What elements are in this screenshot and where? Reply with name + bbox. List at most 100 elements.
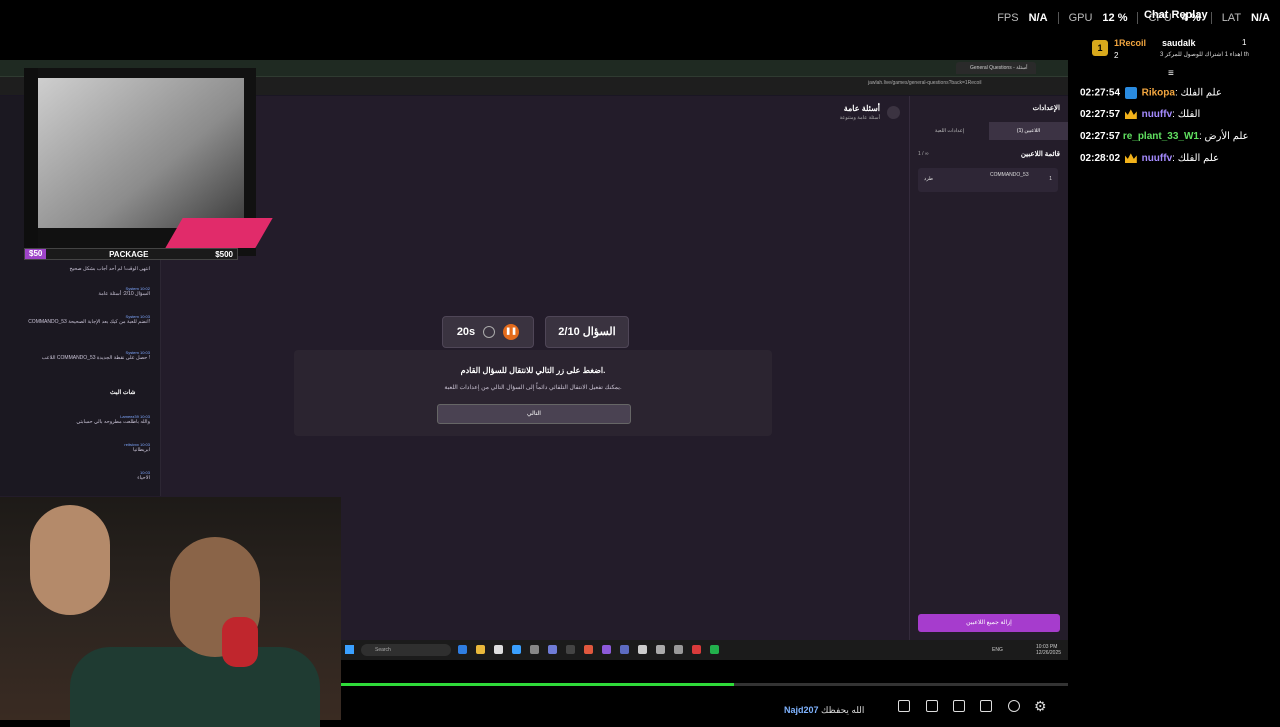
browser-tab[interactable]: General Questions - أسئلة عامة — [956, 62, 1036, 83]
app-icon[interactable] — [530, 645, 539, 654]
crown-icon — [1124, 109, 1137, 120]
webcam-feed — [36, 78, 244, 228]
decorative-slash — [165, 218, 273, 248]
question-counter: السؤال 2/10 — [545, 316, 629, 348]
message-text: اللاعب COMMANDO_53 حصل على نقطة الجديدة … — [41, 355, 150, 361]
chat-message: 02:28:02 nuuffv: علم الفلك — [1080, 153, 1220, 164]
app-icon[interactable] — [620, 645, 629, 654]
leaderboard-rank: 1 — [1092, 40, 1108, 56]
list-item: انتهى الوقت! لم أحد أجاب بشكل صحيح — [10, 266, 150, 272]
clip-icon[interactable] — [926, 700, 938, 712]
performance-stats: FPS N/A GPU 12 % CPU 4 % LAT N/A — [997, 8, 1270, 28]
settings-title: الإعدادات — [1032, 105, 1060, 112]
clock-date: 12/26/2025 — [1036, 650, 1062, 656]
list-item: System 10:02 السؤال 2/10: أسئلة عامة — [10, 286, 150, 297]
settings-panel: الإعدادات إعدادات اللعبة اللاعبين (1) قا… — [909, 96, 1068, 640]
tab-game-settings[interactable]: إعدادات اللعبة — [910, 122, 989, 140]
chat-text: علم الأرض — [1204, 131, 1249, 142]
stream-chat-title: شات البث — [110, 390, 136, 396]
chat-replay-title: Chat Replay — [1144, 9, 1208, 21]
list-item: reitsivxx 10:03 ابريطانيا — [10, 442, 150, 453]
next-question-card: اضغط على زر التالي للانتقال للسؤال القاد… — [294, 350, 772, 436]
settings-gear-icon[interactable]: ⚙ — [1034, 698, 1047, 715]
chat-message: 02:27:57 nuuffv: الفلك — [1080, 109, 1201, 120]
mail-icon[interactable] — [512, 645, 521, 654]
microphone — [222, 617, 258, 667]
bottom-chat-line: Najd207 الله يحفظك — [784, 705, 864, 716]
gpu-value: 12 % — [1102, 12, 1128, 24]
theater-mode-icon[interactable] — [953, 700, 965, 712]
playback-progress-fill — [341, 683, 734, 686]
leaderboard-user1-score: 2 — [1114, 51, 1119, 60]
webcam-frame — [24, 68, 38, 256]
chat-text: الفلك — [1177, 109, 1201, 120]
remove-all-players-button[interactable]: إزالة جميع اللاعبين — [918, 614, 1060, 632]
list-item: Lameez39 10:03 والله باطلعت مطروحه بالي ح… — [10, 414, 150, 425]
donation-package-bar: $50 PACKAGE $500 — [24, 248, 238, 260]
chat-user[interactable]: nuuffv — [1142, 153, 1173, 164]
message-text: السؤال 2/10: أسئلة عامة — [98, 291, 150, 297]
bottom-chat-message: الله يحفظك — [821, 705, 865, 715]
system-clock[interactable]: 10:03 PM 12/26/2025 — [1036, 644, 1061, 656]
leaderboard-user1: 1Recoil — [1114, 38, 1147, 48]
player-row: طرد COMMANDO_53 1 — [918, 168, 1058, 192]
app-icon[interactable] — [692, 645, 701, 654]
menu-icon[interactable]: ≡ — [1168, 68, 1174, 79]
webcam-feed — [30, 505, 110, 615]
xbox-icon[interactable] — [710, 645, 719, 654]
package-low: $50 — [25, 249, 47, 259]
playback-progress-bar[interactable] — [341, 683, 1068, 686]
game-title: أسئلة عامة — [843, 104, 880, 113]
discord-icon[interactable] — [548, 645, 557, 654]
fps-value: N/A — [1028, 12, 1048, 24]
chat-user[interactable]: nuuffv — [1142, 109, 1173, 120]
package-label: PACKAGE — [109, 249, 149, 259]
tab-players[interactable]: اللاعبين (1) — [989, 122, 1068, 140]
mini-player-icon[interactable] — [898, 700, 910, 712]
store-icon[interactable] — [494, 645, 503, 654]
folder-icon[interactable] — [476, 645, 485, 654]
list-item: 10:03 الاحياء — [10, 470, 150, 481]
chat-user[interactable]: re_plant_33_W1 — [1123, 131, 1199, 142]
kick-button[interactable]: طرد — [924, 176, 933, 182]
app-icon[interactable] — [602, 645, 611, 654]
pause-button[interactable]: ❚❚ — [503, 324, 520, 340]
list-item: System 10:03 COMMANDO_53 انضم للعبة من كي… — [10, 314, 150, 325]
windows-start-icon[interactable] — [345, 645, 354, 654]
chat-message: 02:27:57 re_plant_33_W1: علم الأرض — [1080, 131, 1249, 142]
next-prompt: اضغط على زر التالي للانتقال للسؤال القاد… — [460, 366, 606, 375]
next-button[interactable]: التالي — [437, 404, 631, 424]
home-icon[interactable] — [887, 106, 900, 119]
settings-tabs: إعدادات اللعبة اللاعبين (1) — [910, 122, 1068, 140]
gear-icon[interactable] — [674, 645, 683, 654]
speed-icon[interactable] — [1008, 700, 1020, 712]
tiktok-icon[interactable] — [566, 645, 575, 654]
player-score: 1 — [1049, 176, 1052, 182]
package-high: $500 — [215, 249, 233, 259]
taskbar-search[interactable]: Search — [361, 644, 451, 656]
chat-user[interactable]: Rikopa — [1142, 88, 1175, 99]
crown-icon — [1124, 153, 1137, 164]
leaderboard-subline: 3 اهداء 1 اشتراك للوصول للمركز th — [1160, 52, 1249, 58]
url-text[interactable]: jawlah.live/games/general-questions?back… — [868, 80, 982, 86]
language-indicator[interactable]: ENG — [992, 647, 1003, 653]
message-text: COMMANDO_53 انضم للعبة من كيك بعد الإجاب… — [28, 319, 150, 325]
auto-next-hint: يمكنك تفعيل الانتقال التلقائي دائماً إلى… — [444, 385, 622, 391]
chat-time: 02:27:57 — [1080, 131, 1121, 142]
divider — [1057, 12, 1059, 24]
chat-time: 02:27:57 — [1080, 109, 1121, 120]
edge-icon[interactable] — [458, 645, 467, 654]
partner-badge-icon — [1124, 87, 1137, 99]
chat-message: 02:27:54 Rikopa: علم الفلك — [1080, 87, 1222, 99]
app-icon[interactable] — [656, 645, 665, 654]
players-header: قائمة اللاعبين — [1020, 151, 1060, 158]
lat-label: LAT — [1221, 12, 1242, 24]
message-text: والله باطلعت مطروحه بالي حسابتي — [76, 419, 150, 425]
chat-time: 02:28:02 — [1080, 153, 1121, 164]
app-icon[interactable] — [638, 645, 647, 654]
chrome-icon[interactable] — [584, 645, 593, 654]
fullscreen-icon[interactable] — [980, 700, 992, 712]
message-text: ابريطانيا — [133, 447, 150, 453]
gpu-label: GPU — [1068, 12, 1093, 24]
players-count: 1 / ∞ — [918, 151, 929, 157]
